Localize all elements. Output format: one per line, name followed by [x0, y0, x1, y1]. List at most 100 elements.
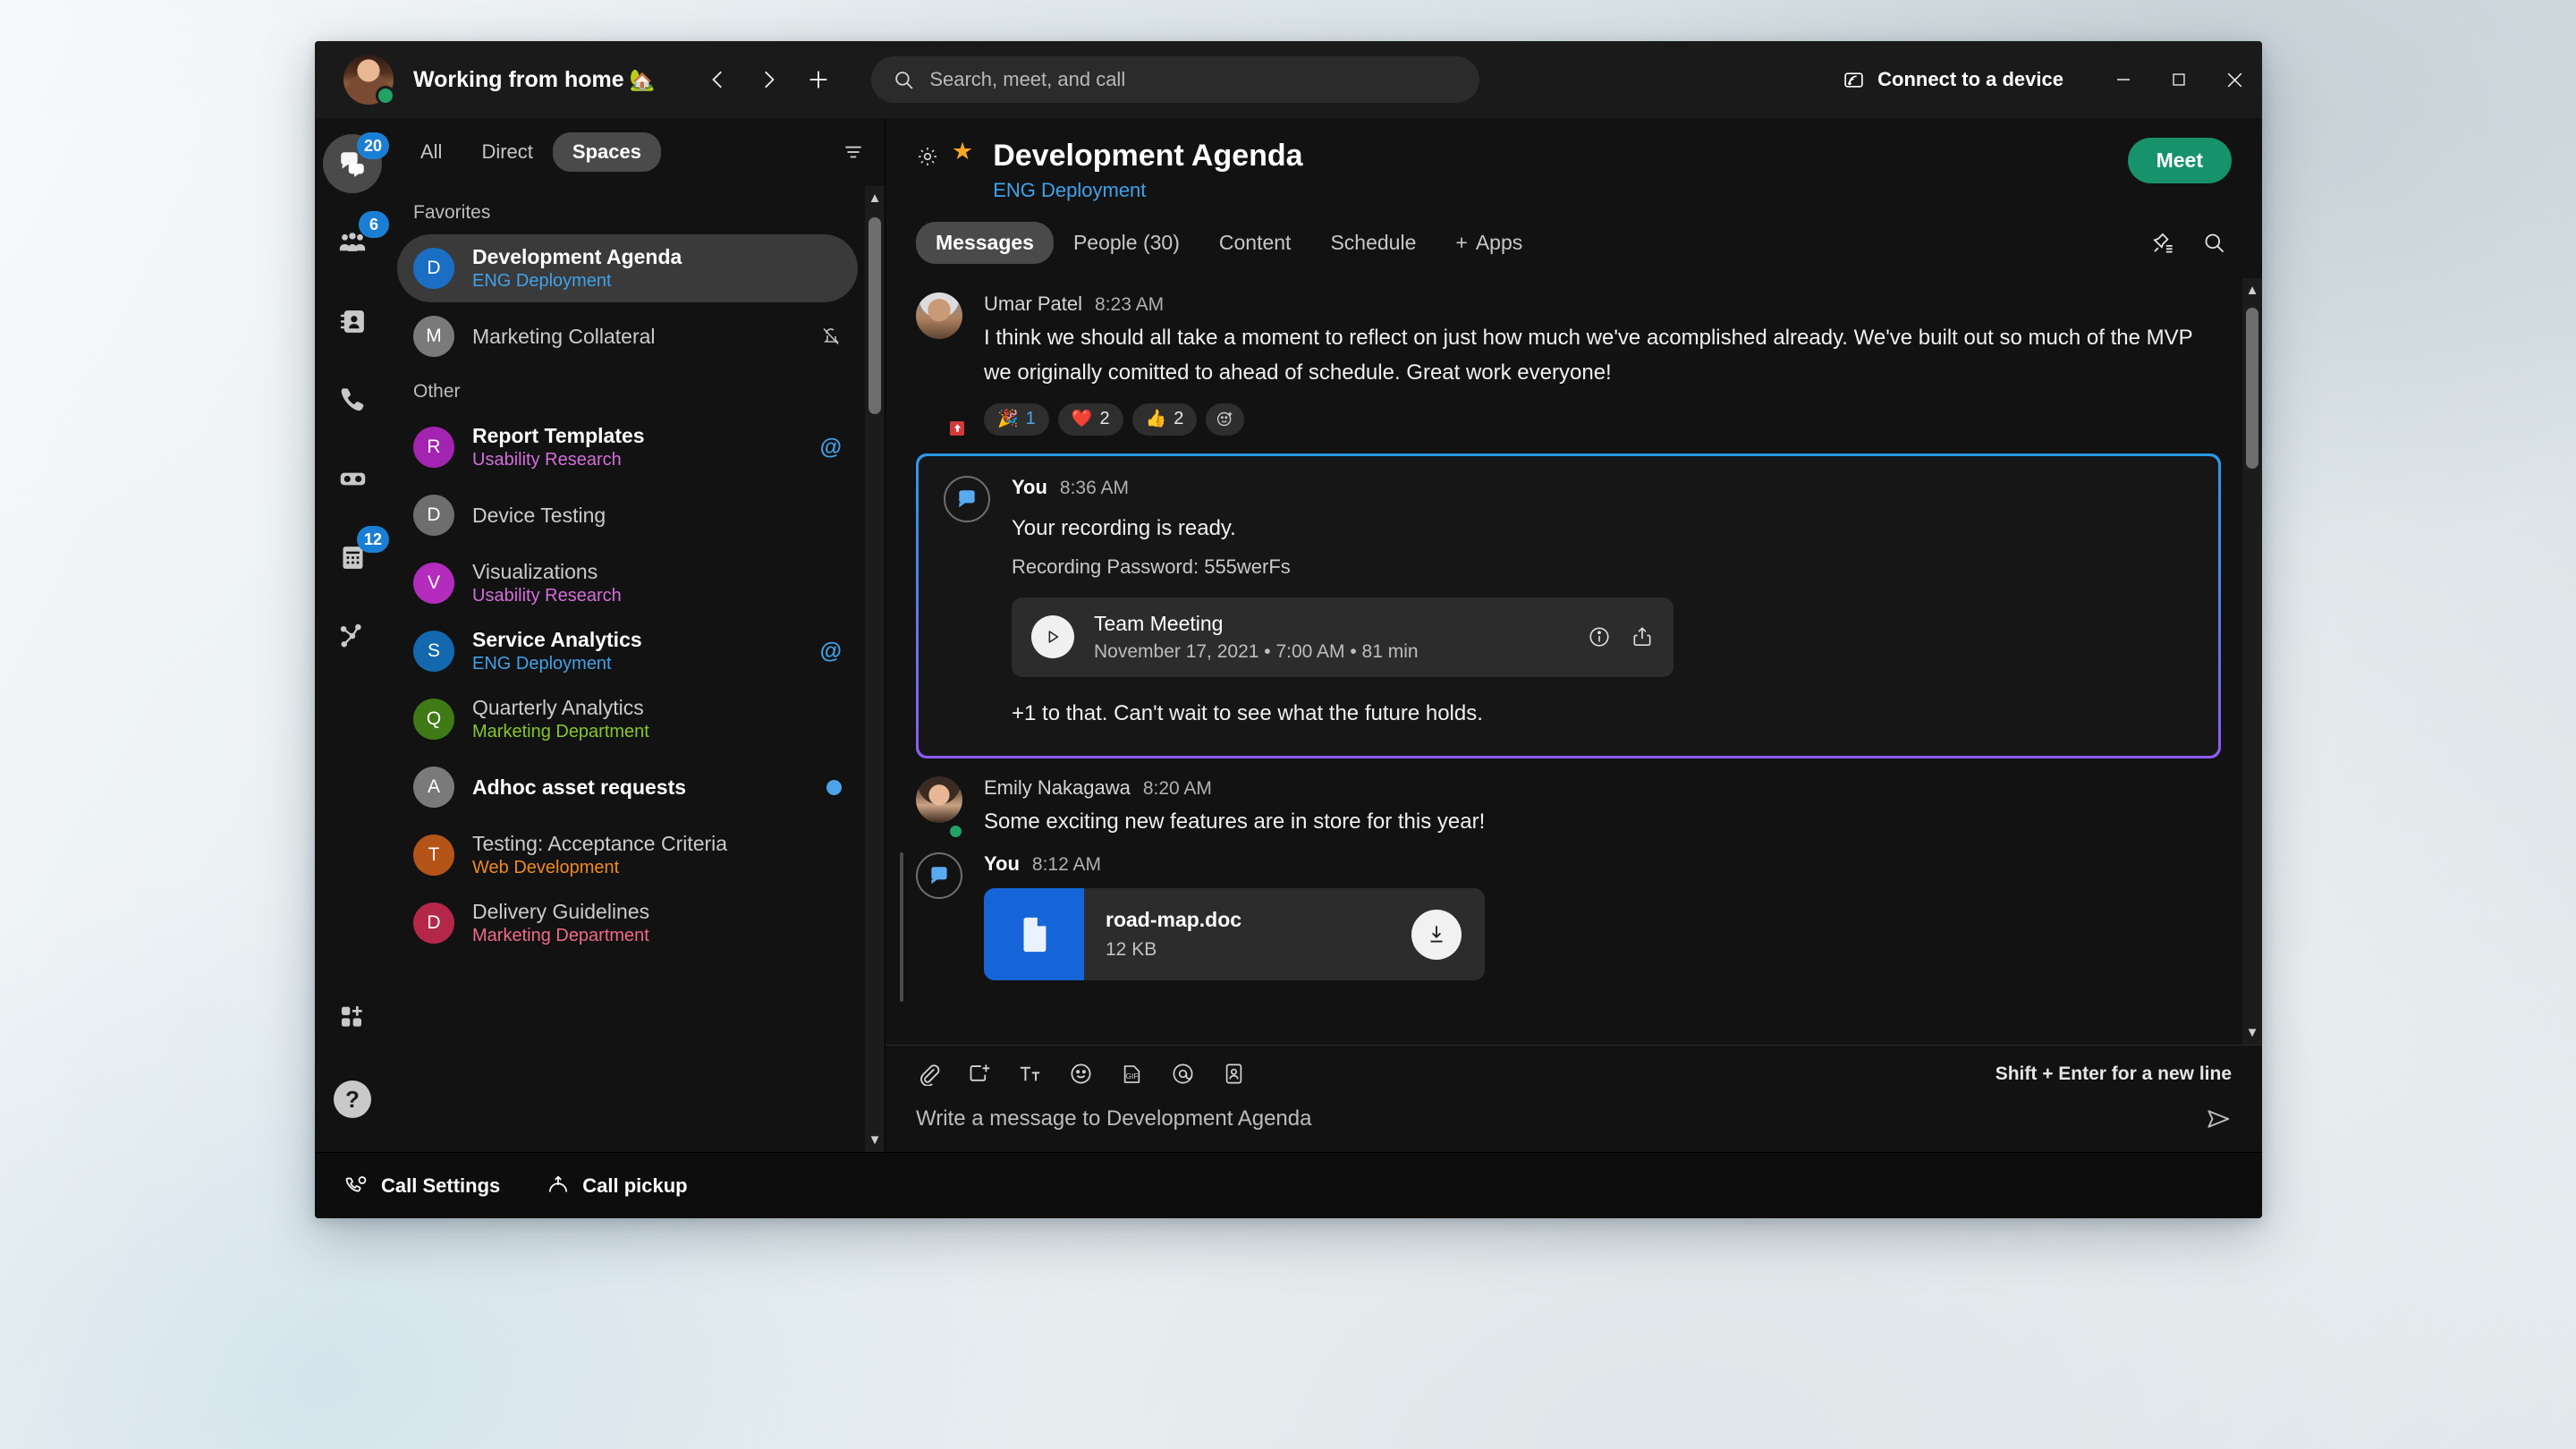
star-icon[interactable]: ★	[952, 140, 973, 164]
space-row-marketing-collateral[interactable]: M Marketing Collateral	[397, 302, 858, 370]
pinned-messages-icon[interactable]	[2151, 231, 2175, 255]
call-pickup-button[interactable]: Call pickup	[547, 1174, 688, 1198]
rail-item-calling[interactable]	[323, 370, 382, 429]
filter-lines-icon[interactable]	[842, 140, 870, 164]
person-card-icon[interactable]	[1222, 1062, 1246, 1086]
space-text: Development Agenda ENG Deployment	[472, 244, 842, 293]
back-button[interactable]	[698, 59, 739, 100]
search-input[interactable]: Search, meet, and call	[871, 56, 1480, 103]
send-icon[interactable]	[2205, 1106, 2232, 1132]
gear-icon[interactable]	[916, 145, 939, 168]
messages-list: Umar Patel 8:23 AM I think we should all…	[886, 278, 2242, 1045]
tab-schedule[interactable]: Schedule	[1310, 222, 1436, 264]
space-team-link[interactable]: ENG Deployment	[993, 179, 1302, 202]
minimize-icon	[2117, 79, 2130, 80]
space-row-service-analytics[interactable]: S Service Analytics ENG Deployment @	[397, 617, 858, 685]
minimize-button[interactable]	[2096, 55, 2151, 105]
connect-to-device-button[interactable]: Connect to a device	[1830, 61, 2076, 98]
space-row-visualizations[interactable]: V Visualizations Usability Research	[397, 549, 858, 617]
scroll-up-icon[interactable]: ▲	[869, 191, 882, 205]
rail-item-voicemail[interactable]	[323, 449, 382, 508]
emoji-icon[interactable]	[1069, 1062, 1093, 1086]
mention-badge-icon: @	[819, 434, 842, 460]
message-item: You 8:12 AM road-map.doc 12 KB	[900, 843, 2221, 1003]
message-input[interactable]: Write a message to Development Agenda	[916, 1106, 2187, 1131]
filter-spaces[interactable]: Spaces	[552, 132, 661, 172]
main-panel: ★ Development Agenda ENG Deployment Meet…	[886, 118, 2262, 1152]
space-name: Report Templates	[472, 423, 645, 447]
status-bar: Call Settings Call pickup	[315, 1152, 2262, 1218]
space-row-development-agenda[interactable]: D Development Agenda ENG Deployment	[397, 234, 858, 302]
play-icon[interactable]	[1031, 615, 1074, 659]
space-tabs: Messages People (30) Content Schedule + …	[916, 222, 2232, 265]
spaces-scrollbar[interactable]: ▲ ▼	[865, 186, 885, 1152]
new-item-button[interactable]	[798, 59, 839, 100]
rail-item-teams[interactable]: 6	[323, 211, 389, 272]
space-avatar: Q	[413, 699, 454, 740]
tab-people[interactable]: People (30)	[1054, 222, 1199, 264]
call-settings-button[interactable]: Call Settings	[345, 1174, 500, 1198]
message-header: Umar Patel 8:23 AM	[984, 292, 2221, 316]
rail-item-contacts[interactable]	[323, 292, 382, 351]
meet-button[interactable]: Meet	[2127, 138, 2232, 183]
message-time: 8:36 AM	[1059, 477, 1129, 498]
scrollbar-track[interactable]	[2242, 297, 2262, 1026]
space-row-device-testing[interactable]: D Device Testing	[397, 481, 858, 549]
format-text-icon[interactable]	[1018, 1062, 1042, 1086]
space-row-testing-acceptance-criteria[interactable]: T Testing: Acceptance Criteria Web Devel…	[397, 821, 858, 889]
scrollbar-thumb[interactable]	[869, 217, 881, 414]
message-header: You 8:12 AM	[984, 852, 2221, 876]
mention-icon[interactable]	[1171, 1062, 1195, 1086]
user-status[interactable]: Working from home 🏡	[413, 67, 655, 93]
reaction-chip[interactable]: ❤️ 2	[1057, 402, 1123, 436]
avatar[interactable]	[916, 292, 966, 437]
scrollbar-thumb[interactable]	[2246, 308, 2258, 470]
reaction-chip[interactable]: 🎉 1	[984, 402, 1049, 436]
recording-card[interactable]: Team Meeting November 17, 2021 • 7:00 AM…	[1012, 597, 1674, 677]
tab-content[interactable]: Content	[1199, 222, 1311, 264]
space-row-adhoc-asset-requests[interactable]: A Adhoc asset requests	[397, 753, 858, 821]
close-button[interactable]	[2207, 55, 2262, 105]
space-name: Development Agenda	[472, 244, 682, 268]
maximize-button[interactable]	[2151, 55, 2207, 105]
user-status-text: Working from home	[413, 66, 624, 92]
user-avatar[interactable]	[343, 55, 395, 106]
space-text: Quarterly Analytics Marketing Department	[472, 695, 842, 744]
tab-messages[interactable]: Messages	[916, 222, 1054, 265]
tab-add-apps[interactable]: + Apps	[1436, 222, 1542, 264]
add-reaction-button[interactable]	[1206, 402, 1245, 436]
scrollbar-track[interactable]	[865, 205, 885, 1133]
scroll-down-icon[interactable]: ▼	[869, 1133, 882, 1147]
space-row-report-templates[interactable]: R Report Templates Usability Research @	[397, 413, 858, 481]
rail-item-help[interactable]: ?	[323, 1070, 382, 1129]
filter-direct[interactable]: Direct	[462, 132, 552, 172]
space-avatar: V	[413, 563, 454, 604]
share-icon[interactable]	[1631, 625, 1654, 648]
rail-item-workflows[interactable]	[323, 606, 382, 665]
space-row-quarterly-analytics[interactable]: Q Quarterly Analytics Marketing Departme…	[397, 685, 858, 753]
scroll-up-icon[interactable]: ▲	[2246, 284, 2259, 297]
rail-badge-calendar: 12	[356, 526, 389, 553]
space-row-delivery-guidelines[interactable]: D Delivery Guidelines Marketing Departme…	[397, 889, 858, 957]
gif-icon[interactable]: GIF	[1120, 1062, 1144, 1086]
reaction-chip[interactable]: 👍 2	[1131, 402, 1198, 436]
message-body: You 8:36 AM Your recording is ready. Rec…	[1012, 476, 2193, 732]
messages-scrollbar[interactable]: ▲ ▼	[2242, 278, 2262, 1045]
rail-item-messaging[interactable]: 20	[323, 132, 389, 193]
title-bar: Working from home 🏡 Search, meet, and cal…	[315, 41, 2262, 118]
file-attachment-card[interactable]: road-map.doc 12 KB	[984, 888, 1485, 981]
attach-icon[interactable]	[916, 1062, 940, 1086]
filter-all[interactable]: All	[401, 132, 462, 172]
rail-item-add-apps[interactable]	[323, 987, 382, 1046]
screen-capture-icon[interactable]	[967, 1062, 991, 1086]
scroll-down-icon[interactable]: ▼	[2246, 1026, 2259, 1039]
download-icon[interactable]	[1411, 909, 1462, 960]
search-icon[interactable]	[2202, 231, 2226, 255]
forward-button[interactable]	[748, 59, 789, 100]
info-icon[interactable]	[1588, 625, 1611, 648]
bot-avatar	[944, 475, 990, 522]
message-author: You	[1012, 475, 1047, 498]
recording-actions	[1588, 625, 1654, 648]
rail-item-calendar[interactable]: 12	[323, 526, 389, 587]
avatar[interactable]	[916, 776, 964, 841]
